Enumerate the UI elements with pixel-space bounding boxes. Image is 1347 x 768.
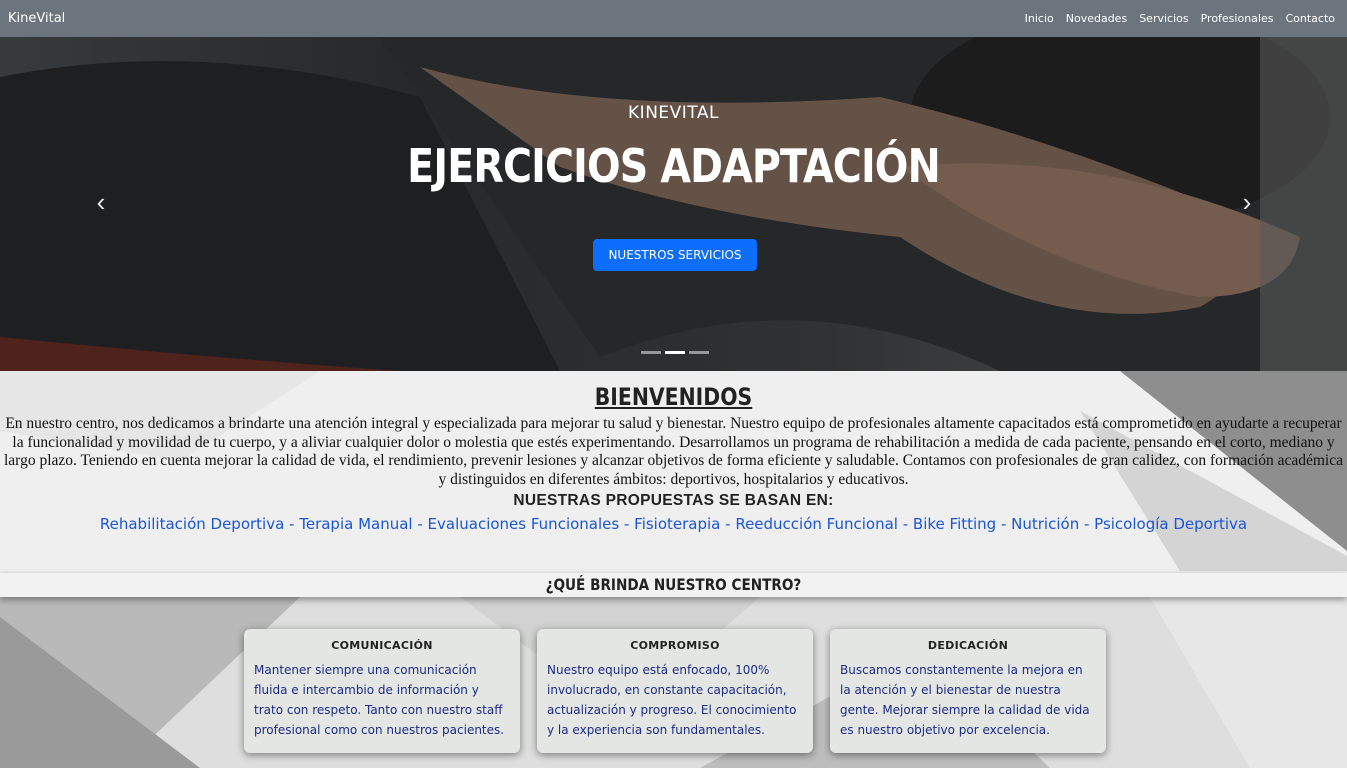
carousel-indicators — [641, 351, 709, 354]
nav-link-servicios[interactable]: Servicios — [1139, 12, 1188, 25]
card-title: DEDICACIÓN — [927, 639, 1009, 652]
card-title: COMPROMISO — [630, 639, 720, 652]
card-text: Buscamos constantemente la mejora en la … — [840, 663, 1090, 737]
propuesta-separator: - — [996, 515, 1012, 533]
nuestros-servicios-button[interactable]: NUESTROS SERVICIOS — [593, 239, 757, 271]
propuesta-link[interactable]: Reeducción Funcional — [735, 515, 898, 533]
propuesta-link[interactable]: Terapia Manual — [299, 515, 412, 533]
propuesta-separator: - — [412, 515, 428, 533]
propuesta-separator: - — [284, 515, 300, 533]
values-cards-section: COMUNICACIÓN Mantener siempre una comuni… — [0, 597, 1347, 768]
nav-link-profesionales[interactable]: Profesionales — [1201, 12, 1274, 25]
propuesta-link[interactable]: Rehabilitación Deportiva — [100, 515, 284, 533]
navbar: KineVital Inicio Novedades Servicios Pro… — [0, 0, 1347, 37]
hero-title: EJERCICIOS ADAPTACIÓN — [407, 139, 941, 193]
hero-overlay — [0, 37, 1347, 371]
card-dedicacion: DEDICACIÓN Buscamos constantemente la me… — [830, 629, 1106, 753]
propuesta-link[interactable]: Nutrición — [1011, 515, 1079, 533]
carousel-indicator-3[interactable] — [689, 351, 709, 354]
nav-links: Inicio Novedades Servicios Profesionales… — [1025, 12, 1339, 25]
propuesta-link[interactable]: Evaluaciones Funcionales — [428, 515, 620, 533]
welcome-section: BIENVENIDOS En nuestro centro, nos dedic… — [0, 371, 1347, 571]
card-text: Nuestro equipo está enfocado, 100% invol… — [547, 663, 797, 737]
carousel-indicator-1[interactable] — [641, 351, 661, 354]
carousel-next-icon[interactable]: › — [1235, 187, 1259, 217]
propuesta-separator: - — [619, 515, 635, 533]
brinda-title: ¿QUÉ BRINDA NUESTRO CENTRO? — [545, 575, 802, 594]
welcome-paragraph: En nuestro centro, nos dedicamos a brind… — [4, 415, 1343, 488]
propuesta-link[interactable]: Bike Fitting — [913, 515, 996, 533]
propuestas-list: Rehabilitación Deportiva - Terapia Manua… — [0, 515, 1347, 533]
hero-kicker: KINEVITAL — [628, 103, 719, 123]
card-text: Mantener siempre una comunicación fluida… — [254, 663, 505, 737]
carousel-prev-icon[interactable]: ‹ — [89, 187, 113, 217]
propuesta-separator: - — [1079, 515, 1095, 533]
propuesta-separator: - — [720, 515, 736, 533]
propuestas-title: NUESTRAS PROPUESTAS SE BASAN EN: — [513, 492, 834, 509]
nav-link-contacto[interactable]: Contacto — [1285, 12, 1335, 25]
hero-carousel: KINEVITAL EJERCICIOS ADAPTACIÓN NUESTROS… — [0, 37, 1347, 371]
card-compromiso: COMPROMISO Nuestro equipo está enfocado,… — [537, 629, 813, 753]
nav-link-novedades[interactable]: Novedades — [1066, 12, 1127, 25]
brand-logo[interactable]: KineVital — [8, 11, 65, 26]
card-comunicacion: COMUNICACIÓN Mantener siempre una comuni… — [244, 629, 520, 753]
card-title: COMUNICACIÓN — [331, 639, 433, 652]
carousel-indicator-2[interactable] — [665, 351, 685, 354]
nav-link-inicio[interactable]: Inicio — [1025, 12, 1054, 25]
propuesta-link[interactable]: Fisioterapia — [634, 515, 720, 533]
propuesta-link[interactable]: Psicología Deportiva — [1094, 515, 1247, 533]
brinda-header-bar: ¿QUÉ BRINDA NUESTRO CENTRO? — [0, 573, 1347, 597]
propuesta-separator: - — [897, 515, 913, 533]
welcome-title: BIENVENIDOS — [594, 383, 753, 411]
